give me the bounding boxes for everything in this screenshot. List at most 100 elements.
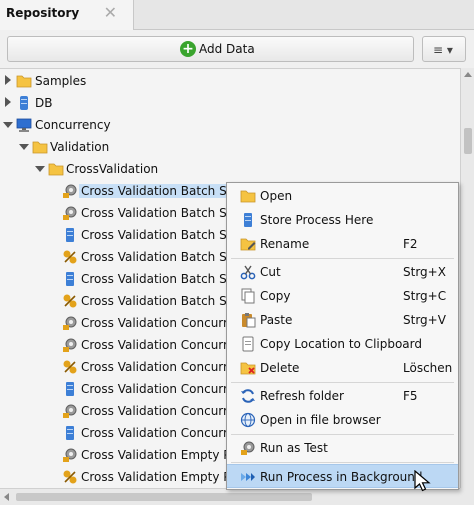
menu-item-label: Cut — [260, 265, 281, 279]
mouse-pointer-icon — [414, 470, 431, 492]
menu-item-run-as-test[interactable]: Run as Test — [227, 436, 458, 460]
tree-row-samples[interactable]: Samples — [0, 70, 460, 92]
tree-row-crossvalidation[interactable]: CrossValidation — [0, 158, 460, 180]
tab-repository[interactable]: Repository ✕ — [0, 0, 134, 30]
menu-item-label: Run Process in Background — [260, 470, 423, 484]
horizontal-scrollbar[interactable] — [0, 488, 460, 505]
menu-item-open[interactable]: Open — [227, 184, 458, 208]
process-icon — [63, 206, 77, 220]
collapse-arrow-icon[interactable] — [3, 122, 13, 128]
menu-item-paste[interactable]: Paste Strg+V — [227, 308, 458, 332]
menu-item-copy[interactable]: Copy Strg+C — [227, 284, 458, 308]
store-icon — [244, 213, 252, 227]
horizontal-scroll-thumb[interactable] — [16, 493, 312, 501]
scissors-icon — [240, 265, 256, 280]
model-icon — [63, 250, 77, 264]
menu-item-label: Open in file browser — [260, 413, 381, 427]
process-icon — [63, 404, 77, 418]
menu-item-store-process[interactable]: Store Process Here — [227, 208, 458, 232]
data-table-icon — [66, 382, 74, 396]
menu-item-label: Refresh folder — [260, 389, 344, 403]
rename-icon — [240, 238, 256, 251]
menu-item-rename[interactable]: Rename F2 — [227, 232, 458, 256]
menu-item-accelerator: F2 — [403, 237, 418, 251]
expand-arrow-icon[interactable] — [5, 75, 11, 85]
menu-item-label: Rename — [260, 237, 310, 251]
add-icon: + — [180, 41, 196, 57]
refresh-icon — [241, 389, 255, 403]
menu-item-label: Open — [260, 189, 293, 203]
menu-item-refresh-folder[interactable]: Refresh folder F5 — [227, 384, 458, 408]
tree-row-label: Cross Validation Concurrenc — [81, 316, 250, 330]
toolbar: + Add Data ≡ ▾ — [0, 31, 474, 67]
tree-row-label: Cross Validation Concurrenc — [81, 338, 250, 352]
add-data-label: Add Data — [199, 42, 255, 56]
menu-item-accelerator: Strg+V — [403, 313, 446, 327]
process-icon — [63, 316, 77, 330]
tree-row-concurrency[interactable]: Concurrency — [0, 114, 460, 136]
menu-item-delete[interactable]: Delete Löschen — [227, 356, 458, 380]
tree-row-label: Samples — [35, 74, 87, 88]
menu-item-accelerator: Strg+C — [403, 289, 447, 303]
process-icon — [63, 184, 77, 198]
data-table-icon — [66, 228, 74, 242]
menu-item-label: Copy Location to Clipboard — [260, 337, 422, 351]
tab-title: Repository — [6, 6, 80, 20]
context-menu: Open Store Process Here Rename F2 Cut St… — [226, 182, 459, 490]
menu-item-label: Paste — [260, 313, 293, 327]
close-icon[interactable]: ✕ — [104, 3, 117, 22]
open-folder-icon — [240, 190, 256, 203]
menu-item-cut[interactable]: Cut Strg+X — [227, 260, 458, 284]
tree-row-label: DB — [35, 96, 53, 110]
vertical-scroll-thumb[interactable] — [464, 128, 472, 154]
menu-separator — [231, 434, 454, 435]
paste-icon — [242, 313, 256, 328]
tree-row-db[interactable]: DB — [0, 92, 460, 114]
tree-row-label: Cross Validation Concurrenc — [81, 382, 250, 396]
menu-item-accelerator: Löschen — [403, 361, 453, 375]
globe-icon — [240, 412, 256, 428]
menu-icon: ≡ ▾ — [433, 43, 453, 57]
model-icon — [63, 470, 77, 484]
tree-row-label: Validation — [50, 140, 110, 154]
data-table-icon — [66, 426, 74, 440]
tab-bar: Repository ✕ — [0, 0, 474, 30]
expand-arrow-icon[interactable] — [5, 97, 11, 107]
model-icon — [63, 360, 77, 374]
process-icon — [63, 448, 77, 462]
scrollbar-corner — [460, 488, 474, 505]
scroll-up-arrow-icon[interactable] — [464, 72, 472, 77]
menu-button[interactable]: ≡ ▾ — [422, 36, 466, 62]
tree-row-label: Cross Validation Concurrent — [81, 404, 248, 418]
menu-item-label: Delete — [260, 361, 300, 375]
menu-item-label: Copy — [260, 289, 291, 303]
add-data-button[interactable]: + Add Data — [7, 36, 414, 62]
menu-item-open-file-browser[interactable]: Open in file browser — [227, 408, 458, 432]
tree-row-label: Cross Validation Concurrent — [81, 426, 248, 440]
menu-separator — [231, 382, 454, 383]
menu-item-label: Store Process Here — [260, 213, 374, 227]
folder-icon — [48, 163, 64, 176]
database-icon — [20, 96, 28, 110]
test-icon — [241, 441, 255, 455]
menu-item-copy-location[interactable]: Copy Location to Clipboard — [227, 332, 458, 356]
process-icon — [63, 338, 77, 352]
menu-separator — [231, 258, 454, 259]
data-table-icon — [66, 272, 74, 286]
copy-icon — [241, 288, 255, 304]
collapse-arrow-icon[interactable] — [19, 144, 29, 150]
menu-item-label: Run as Test — [260, 441, 328, 455]
menu-item-accelerator: F5 — [403, 389, 418, 403]
tree-row-label: Cross Validation Batch Split — [79, 184, 248, 198]
model-icon — [63, 294, 77, 308]
clipboard-icon — [242, 336, 254, 352]
computer-icon — [16, 118, 32, 132]
collapse-arrow-icon[interactable] — [35, 166, 45, 172]
menu-item-accelerator: Strg+X — [403, 265, 446, 279]
scroll-left-arrow-icon[interactable] — [4, 493, 9, 501]
vertical-scrollbar[interactable] — [460, 68, 474, 488]
tree-row-label: Cross Validation Concurrenc — [81, 360, 250, 374]
folder-icon — [16, 75, 32, 88]
delete-icon — [240, 362, 256, 375]
tree-row-validation[interactable]: Validation — [0, 136, 460, 158]
